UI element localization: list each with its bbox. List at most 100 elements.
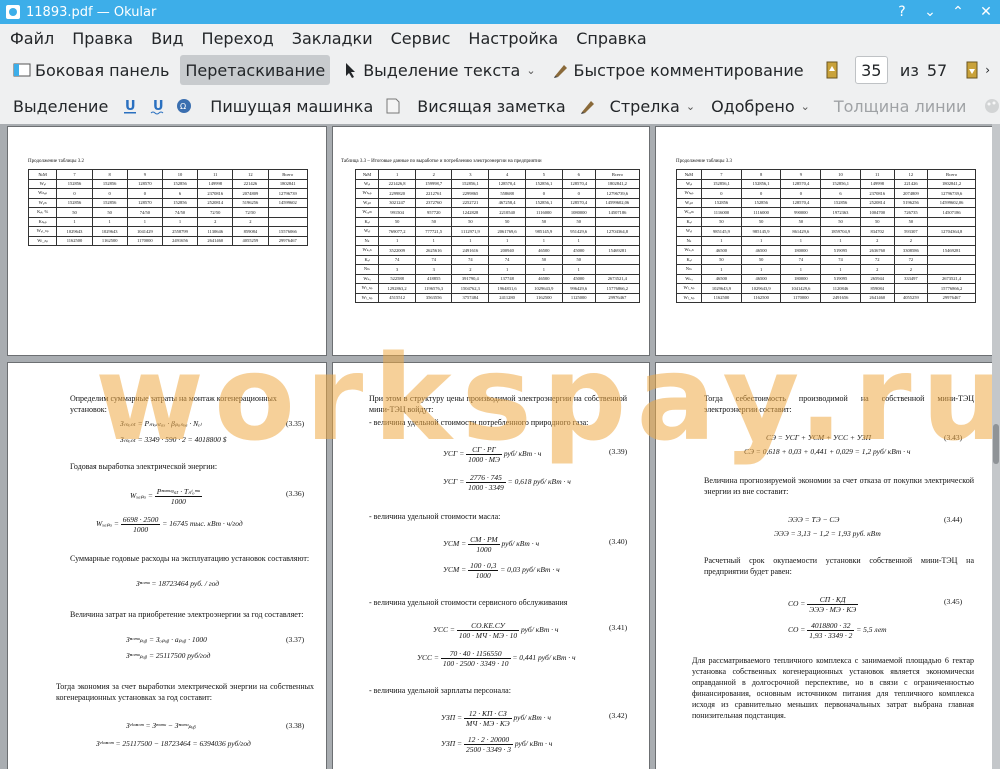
document-view[interactable]: Продолжение таблицы 3.2 №М 7 8 9 10 11 12 Всего… xyxy=(0,124,1000,769)
menu-help[interactable]: Справка xyxy=(566,29,655,48)
equation-rhs: = 5,5 лет xyxy=(856,625,887,635)
fraction-numerator: 4018800 · 32 xyxy=(807,621,855,631)
paragraph: Годовая выработка электрической энергии: xyxy=(70,462,218,471)
table-cell: 45000 xyxy=(561,273,596,284)
table-cell: Wₒₐₘ xyxy=(675,207,703,218)
previous-page-icon[interactable] xyxy=(823,61,841,79)
drag-mode-button[interactable]: Перетаскивание xyxy=(180,55,331,85)
equation-rhs: = 16745 тыс. кВт · ч/год xyxy=(162,519,243,529)
table-cell: 1 xyxy=(91,216,128,227)
sidebar-icon xyxy=(13,61,31,79)
table-cell: 2 xyxy=(232,216,269,227)
equation-lhs: УСС = xyxy=(433,625,455,635)
equation-rhs: = 0,441 руб/ кВт · ч xyxy=(512,653,576,663)
table-cell: 9 xyxy=(126,169,163,180)
typewriter-button[interactable]: Пишущая машинка xyxy=(205,91,378,121)
table-cell: 0 xyxy=(126,188,163,199)
text-selection-button[interactable]: Выделение текста ⌄ xyxy=(336,55,540,85)
equation-rhs: руб/ кВт · ч xyxy=(501,539,540,549)
window-minimize-icon[interactable]: ⌄ xyxy=(920,2,940,22)
table-cell: 0 xyxy=(91,188,128,199)
table-cell: 2252721 xyxy=(451,197,490,208)
pdf-page[interactable]: Продолжение таблицы 3.2 №М 7 8 9 10 11 12 Всего… xyxy=(7,126,327,356)
table-cell: 1004700 xyxy=(859,207,895,218)
table-cell: 3 xyxy=(414,264,453,275)
equation-rhs: = 0,618 руб/ кВт · ч xyxy=(507,477,571,487)
table-cell: 1802841,2 xyxy=(594,178,641,189)
fraction-denominator: ЭЭЭ · МЭ · КЭ xyxy=(809,605,857,614)
table-row: Nₖ 1 1 1 1 1 1 xyxy=(354,235,641,246)
scrollbar-thumb[interactable] xyxy=(993,424,999,464)
vertical-scrollbar[interactable] xyxy=(992,124,1000,769)
sidebar-button[interactable]: Боковая панель xyxy=(8,55,174,85)
sticky-note-button[interactable]: Висящая заметка xyxy=(412,91,570,121)
underline-icon[interactable]: U xyxy=(121,97,139,115)
equation: Зⁿᵒᵐᵘₚᵤᵦ = Зₒₚᵤᵦ · aₚᵤᵦ · 1000 xyxy=(126,635,207,644)
squiggly-underline-icon[interactable]: U xyxy=(149,97,167,115)
current-page-input[interactable]: 35 xyxy=(854,56,888,84)
note-icon[interactable] xyxy=(384,97,402,115)
table-cell: 2 xyxy=(859,235,895,246)
equation: УЗП = 12 · КП · СЗ МЧ · МЭ · КЭ руб/ кВт … xyxy=(441,709,551,728)
chevron-down-icon[interactable]: ⌄ xyxy=(801,100,810,113)
table-cell: 128570,4 xyxy=(561,178,596,189)
quick-comment-button[interactable]: Быстрое комментирование xyxy=(547,55,809,85)
pdf-page[interactable]: Тогда себестоимость производимой на собс… xyxy=(655,362,994,769)
table-cell: 2520814 xyxy=(859,197,895,208)
table-cell: Kₙₑₚ xyxy=(27,216,58,227)
menu-file[interactable]: Файл xyxy=(0,29,62,48)
table-row: Wₙₑₚ 0 0 0 6 2370816 2074809 12796739,6 xyxy=(675,188,976,199)
menu-settings[interactable]: Настройка xyxy=(458,29,566,48)
table-cell: 11 xyxy=(859,169,895,180)
next-page-icon[interactable] xyxy=(963,61,981,79)
pen-icon[interactable] xyxy=(579,97,597,115)
table-cell: Всего xyxy=(267,169,309,180)
table-cell: 152856 xyxy=(740,197,782,208)
approved-stamp-button[interactable]: Одобрено ⌄ xyxy=(706,91,815,121)
table-cell: 2641460 xyxy=(859,292,895,303)
table-cell: 519095 xyxy=(820,245,861,256)
chevron-down-icon[interactable]: ⌄ xyxy=(526,64,535,77)
total-pages-label: 57 xyxy=(926,60,948,80)
menu-tools[interactable]: Сервис xyxy=(381,29,459,48)
page-of-label: из xyxy=(899,60,919,80)
table-row: Nₖ 1 1 1 1 2 2 xyxy=(675,235,976,246)
menu-go[interactable]: Переход xyxy=(192,29,282,48)
menu-view[interactable]: Вид xyxy=(141,29,191,48)
table-row: Wₙₑₚ 2299820 2212761 2299865 558688 0 0 1279673… xyxy=(354,188,641,199)
table-cell: 0 xyxy=(561,188,596,199)
table-cell: 6 xyxy=(820,188,861,199)
color-palette-icon[interactable] xyxy=(983,97,1000,115)
chevron-down-icon[interactable]: ⌄ xyxy=(686,100,695,113)
line-width-button[interactable]: Толщина линии xyxy=(829,91,972,121)
fraction-denominator: 1000 · МЭ xyxy=(468,455,500,464)
table-cell: 1170000 xyxy=(126,235,163,246)
menu-edit[interactable]: Правка xyxy=(62,29,141,48)
pdf-page[interactable]: Определим суммарные затраты на монтаж ко… xyxy=(7,362,327,769)
fraction-denominator: 2500 · 3349 · 3 xyxy=(466,745,511,754)
window-close-icon[interactable]: ✕ xyxy=(976,2,996,22)
window-maximize-icon[interactable]: ⌃ xyxy=(948,2,968,22)
selection-tool-label: Выделение xyxy=(13,96,109,116)
table-cell: 2370816 xyxy=(197,188,234,199)
selection-tool-button[interactable]: Выделение xyxy=(8,91,113,121)
table-cell: 2061769,6 xyxy=(488,226,526,237)
arrow-tool-button[interactable]: Стрелка ⌄ xyxy=(605,91,700,121)
table-cell: 2212761 xyxy=(414,188,453,199)
table-cell: 467258,4 xyxy=(488,197,526,208)
table-cell: 3308586 xyxy=(893,245,929,256)
toolbar-overflow-icon[interactable]: › xyxy=(985,63,990,77)
equation: Зᵉᵏᵒⁿᵒᵐ = Зⁿᵒᵐᵘ − Зⁿᵒᵐᵘₚᵤᵦ xyxy=(126,721,196,730)
menu-bookmarks[interactable]: Закладки xyxy=(282,29,381,48)
equation-lhs: УЗП = xyxy=(441,739,463,749)
table-row: Wₓₗ 769077,2 777721,5 1112971,9 2061769,6 985… xyxy=(354,226,641,237)
table-cell: Kₑₗ xyxy=(675,216,703,227)
pdf-page[interactable]: Таблица 3.3 – Итоговые данные по выработ… xyxy=(332,126,650,356)
table-cell xyxy=(927,235,976,246)
window-help-icon[interactable]: ? xyxy=(892,2,912,22)
stamp-icon[interactable]: Ω xyxy=(175,97,193,115)
table-cell: 1162500 xyxy=(524,292,563,303)
pdf-page[interactable]: При этом в структуру цены производимой э… xyxy=(332,362,650,769)
table-cell: 50 xyxy=(91,207,128,218)
pdf-page[interactable]: Продолжение таблицы 3.3 №М 7 8 9 10 11 12 Всего… xyxy=(655,126,994,356)
